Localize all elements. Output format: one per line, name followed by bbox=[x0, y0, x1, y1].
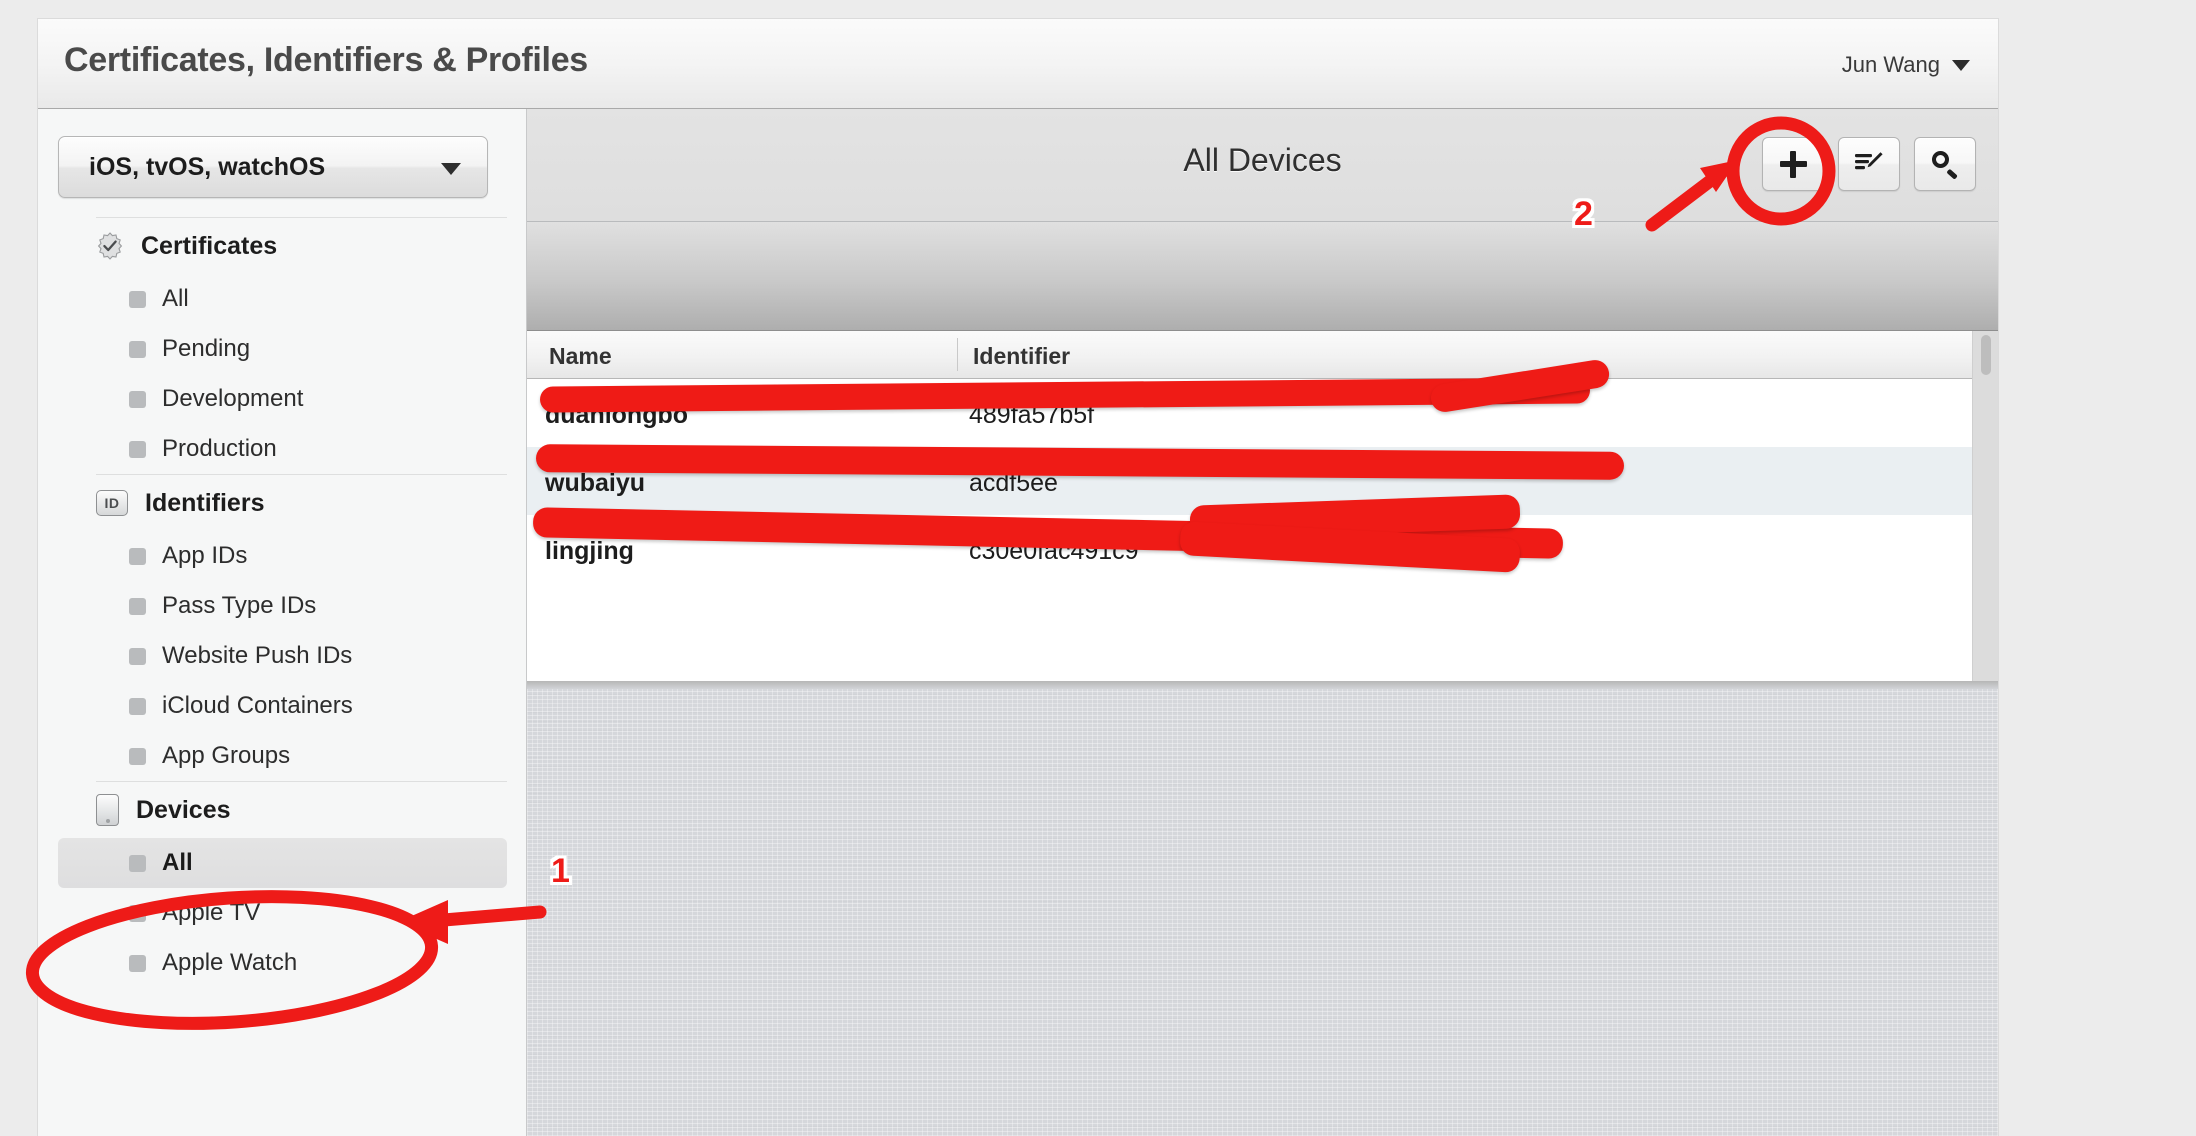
sidebar-item-label: App Groups bbox=[162, 742, 291, 769]
sidebar-item-label: iCloud Containers bbox=[162, 692, 353, 719]
bullet-icon bbox=[129, 747, 146, 765]
table-row[interactable]: lingjing c30e0fac491c9 bbox=[527, 515, 1998, 583]
sidebar-item-certificates-development[interactable]: Development bbox=[58, 374, 507, 424]
column-header-identifier[interactable]: Identifier bbox=[973, 343, 1070, 370]
sidebar-item-label: Production bbox=[162, 435, 277, 462]
cell-device-identifier: 489fa57b5f bbox=[969, 401, 1095, 429]
account-name: Jun Wang bbox=[1841, 52, 1940, 77]
sidebar-item-devices-apple-tv[interactable]: Apple TV bbox=[58, 888, 507, 938]
sidebar-item-icloud-containers[interactable]: iCloud Containers bbox=[58, 681, 507, 731]
bullet-icon bbox=[129, 390, 146, 408]
table-row[interactable]: wubaiyu acdf5ee bbox=[527, 447, 1998, 515]
cell-device-name: wubaiyu bbox=[545, 469, 646, 497]
edit-pencil-icon bbox=[1855, 152, 1883, 170]
sidebar-item-certificates-pending[interactable]: Pending bbox=[58, 324, 507, 374]
content-subheader-band bbox=[527, 222, 1998, 331]
sidebar-group-certificates[interactable]: Certificates bbox=[38, 218, 526, 274]
bullet-icon bbox=[129, 647, 146, 665]
sidebar-item-certificates-production[interactable]: Production bbox=[58, 424, 507, 474]
sidebar-item-label: Apple Watch bbox=[162, 949, 298, 976]
plus-icon bbox=[1779, 150, 1807, 178]
table-bottom-edge bbox=[527, 681, 1998, 689]
column-divider bbox=[957, 338, 958, 371]
platform-select-value: iOS, tvOS, watchOS bbox=[89, 153, 326, 181]
content-toolbar: All Devices bbox=[527, 109, 1998, 222]
bullet-icon bbox=[129, 597, 146, 615]
bullet-icon bbox=[129, 954, 146, 972]
seal-check-icon bbox=[96, 232, 124, 260]
devices-table: Name Identifier duanlongbo 489fa57b5f wu… bbox=[527, 331, 1998, 681]
table-header-row: Name Identifier bbox=[527, 331, 1998, 379]
account-menu[interactable]: Jun Wang bbox=[1842, 52, 1970, 78]
sidebar-item-label: All bbox=[162, 849, 193, 876]
sidebar-item-label: Website Push IDs bbox=[162, 642, 353, 669]
sidebar-group-label: Certificates bbox=[141, 231, 278, 260]
platform-select[interactable]: iOS, tvOS, watchOS bbox=[58, 136, 488, 198]
scrollbar-thumb[interactable] bbox=[1981, 335, 1991, 375]
sidebar-group-label: Identifiers bbox=[145, 488, 265, 517]
bullet-icon bbox=[129, 440, 146, 458]
column-header-name[interactable]: Name bbox=[549, 343, 612, 370]
sidebar-item-devices-all[interactable]: All bbox=[58, 838, 507, 888]
id-badge-icon: ID bbox=[96, 490, 128, 516]
sidebar-group-label: Devices bbox=[136, 795, 231, 824]
table-row[interactable]: duanlongbo 489fa57b5f bbox=[527, 379, 1998, 447]
content-pane: All Devices Name Identifier duanlongbo 4… bbox=[527, 109, 1998, 1136]
screenshot-root: Certificates, Identifiers & Profiles Jun… bbox=[0, 0, 2196, 1136]
sidebar-item-pass-type-ids[interactable]: Pass Type IDs bbox=[58, 581, 507, 631]
sidebar-item-app-groups[interactable]: App Groups bbox=[58, 731, 507, 781]
page-title: Certificates, Identifiers & Profiles bbox=[64, 41, 588, 79]
sidebar-group-identifiers[interactable]: ID Identifiers bbox=[38, 475, 526, 531]
search-button[interactable] bbox=[1914, 137, 1976, 191]
sidebar-group-devices[interactable]: Devices bbox=[38, 782, 526, 838]
bullet-icon bbox=[129, 904, 146, 922]
cell-device-name: lingjing bbox=[545, 537, 634, 565]
edit-devices-button[interactable] bbox=[1838, 137, 1900, 191]
cell-device-name: duanlongbo bbox=[545, 401, 689, 429]
sidebar-item-label: Pending bbox=[162, 335, 251, 362]
sidebar-item-app-ids[interactable]: App IDs bbox=[58, 531, 507, 581]
sidebar-item-label: All bbox=[162, 285, 189, 312]
bullet-icon bbox=[129, 290, 146, 308]
bullet-icon bbox=[129, 340, 146, 358]
sidebar-item-website-push-ids[interactable]: Website Push IDs bbox=[58, 631, 507, 681]
cell-device-identifier: c30e0fac491c9 bbox=[969, 537, 1139, 565]
chevron-down-icon bbox=[1952, 59, 1970, 71]
sidebar: iOS, tvOS, watchOS Certificates All Pend… bbox=[38, 109, 527, 1136]
table-scrollbar[interactable] bbox=[1972, 331, 1998, 681]
bullet-icon bbox=[129, 547, 146, 565]
add-device-button[interactable] bbox=[1762, 137, 1824, 191]
sidebar-item-label: Development bbox=[162, 385, 304, 412]
bullet-icon bbox=[129, 697, 146, 715]
search-icon bbox=[1931, 150, 1959, 178]
chevron-down-icon bbox=[441, 163, 461, 175]
cell-device-identifier: acdf5ee bbox=[969, 469, 1058, 497]
app-window: Certificates, Identifiers & Profiles Jun… bbox=[38, 19, 1998, 1136]
sidebar-item-label: App IDs bbox=[162, 542, 248, 569]
sidebar-item-label: Apple TV bbox=[162, 899, 261, 926]
toolbar-buttons bbox=[1762, 137, 1976, 191]
sidebar-item-label: Pass Type IDs bbox=[162, 592, 317, 619]
sidebar-item-devices-apple-watch[interactable]: Apple Watch bbox=[58, 938, 507, 988]
bullet-icon bbox=[129, 854, 146, 872]
sidebar-nav: Certificates All Pending Development Pro… bbox=[38, 217, 526, 988]
device-phone-icon bbox=[96, 794, 119, 826]
sidebar-item-certificates-all[interactable]: All bbox=[58, 274, 507, 324]
app-header: Certificates, Identifiers & Profiles Jun… bbox=[38, 19, 1998, 109]
